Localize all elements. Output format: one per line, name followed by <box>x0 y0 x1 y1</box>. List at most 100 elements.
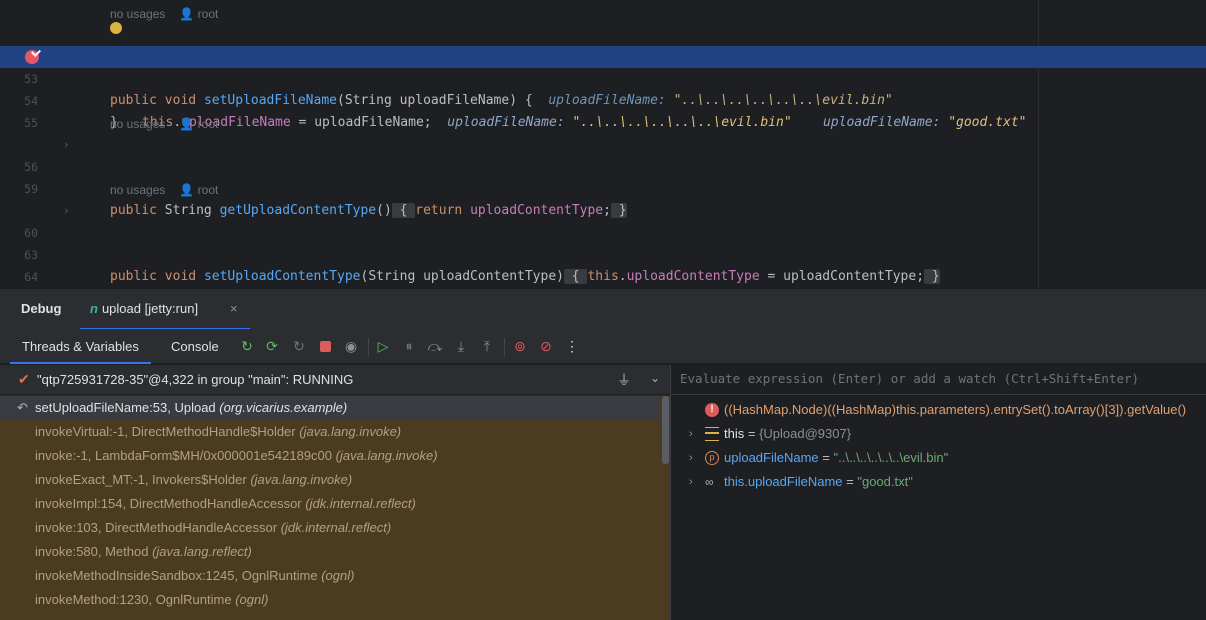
stack-frame[interactable]: invoke:-1, LambdaForm$MH/0x000001e542189… <box>0 444 660 468</box>
variable-text: uploadFileName = "..\..\..\..\..\..\evil… <box>724 446 948 470</box>
code-line-60[interactable]: 60 › public void setUploadContentType(St… <box>0 200 1206 284</box>
usages-hint[interactable]: no usages 👤 root <box>110 6 218 22</box>
usages-hint[interactable]: no usages 👤 root <box>110 182 218 198</box>
step-out-icon[interactable]: ⤒ <box>478 337 496 355</box>
frame-package: (java.lang.invoke) <box>299 424 402 439</box>
author-name: root <box>197 7 219 21</box>
code-text: this.uploadFileName = uploadFileName; up… <box>142 115 1027 130</box>
expand-chevron-icon[interactable]: › <box>689 422 693 446</box>
filter-icon[interactable]: ⏚ <box>617 370 631 390</box>
inline-value: "..\..\..\..\..\..\evil.bin" <box>572 115 792 130</box>
variable-name: this.uploadFileName <box>724 474 843 489</box>
stack-frame[interactable]: invokeMethodInsideSandbox:1245, OgnlRunt… <box>0 564 660 588</box>
close-icon[interactable]: × <box>230 301 238 316</box>
variable-row-error[interactable]: ! ((HashMap.Node)((HashMap)this.paramete… <box>671 398 1206 422</box>
toolbar-separator <box>504 338 505 356</box>
fold-chevron-icon[interactable]: › <box>63 200 70 222</box>
inline-debug-value: uploadFileName: "..\..\..\..\..\..\evil.… <box>447 115 1026 130</box>
expand-chevron-icon[interactable]: › <box>689 446 693 470</box>
code-line-65[interactable]: 65 <box>0 266 1206 288</box>
debug-tool-window-header: Debug n upload [jetty:run] × <box>0 288 1206 330</box>
evaluate-expression-input[interactable]: Evaluate expression (Enter) or add a wat… <box>671 365 1206 395</box>
stack-frame[interactable]: invoke:103, DirectMethodHandleAccessor (… <box>0 516 660 540</box>
session-tab[interactable]: n upload [jetty:run] × <box>80 289 250 330</box>
code-line-55[interactable]: 55 <box>0 90 1206 130</box>
frame-package: (org.vicarius.example) <box>219 400 348 415</box>
session-tab-label: upload [jetty:run] <box>101 301 199 316</box>
frame-package: (java.lang.invoke) <box>250 472 353 487</box>
code-line-56[interactable]: 56 › public String getUploadContentType(… <box>0 134 1206 218</box>
frames-panel: ✔ "qtp725931728-35"@4,322 in group "main… <box>0 365 670 620</box>
code-line-54[interactable]: 54 } <box>0 68 1206 130</box>
line-number: 59 <box>24 182 38 196</box>
rerun-icon[interactable]: ↻ <box>238 337 256 355</box>
chevron-down-icon[interactable]: ⌄ <box>650 371 660 385</box>
author-hint: 👤 root <box>179 7 219 21</box>
stack-frame[interactable]: invoke:580, Method (java.lang.reflect) <box>0 540 660 564</box>
inline-label: uploadFileName: <box>822 115 941 130</box>
usages-text: no usages <box>110 7 166 21</box>
breakpoint-icon[interactable] <box>25 50 39 64</box>
variable-text: this = {Upload@9307} <box>724 422 851 446</box>
variable-row-upload-file-name[interactable]: › p uploadFileName = "..\..\..\..\..\..\… <box>671 446 1206 470</box>
watch-expression: ((HashMap.Node)((HashMap)this.parameters… <box>724 402 1187 417</box>
step-into-icon[interactable]: ⤓ <box>452 337 470 355</box>
error-icon: ! <box>705 403 719 417</box>
inline-value: "good.txt" <box>948 115 1027 130</box>
variable-equals: = <box>818 450 834 465</box>
stack-frame[interactable]: invokeMethod:1230, OgnlRuntime (ognl) <box>0 588 660 612</box>
author-hint: 👤 root <box>179 183 219 197</box>
rerun-failed-icon[interactable]: ⟳ <box>263 337 281 355</box>
code-line-59[interactable]: 59 <box>0 156 1206 196</box>
lightbulb-icon[interactable] <box>110 22 122 34</box>
expand-chevron-icon[interactable]: › <box>689 470 693 494</box>
variable-row-this-upload-file-name[interactable]: › ∞ this.uploadFileName = "good.txt" <box>671 470 1206 494</box>
variable-value: "..\..\..\..\..\..\evil.bin" <box>833 450 949 465</box>
stack-frame[interactable]: invokeExact_MT:-1, Invokers$Holder (java… <box>0 468 660 492</box>
variable-name: this <box>724 426 745 441</box>
more-options-icon[interactable]: ⋮ <box>563 337 581 355</box>
frame-package: (ognl) <box>321 568 355 583</box>
tab-console[interactable]: Console <box>171 329 219 364</box>
stack-frame[interactable]: invokeVirtual:-1, DirectMethodHandle$Hol… <box>0 420 660 444</box>
view-breakpoints-list-icon[interactable]: ⊚ <box>511 337 529 355</box>
code-line-52[interactable]: 52 public void setUploadFileName(String … <box>0 22 1206 108</box>
stack-frame[interactable]: invokeImpl:154, DirectMethodHandleAccess… <box>0 492 660 516</box>
restart-icon[interactable]: ↻ <box>290 337 308 355</box>
inline-label: uploadFileName: <box>447 115 565 130</box>
variable-row-this[interactable]: › this = {Upload@9307} <box>671 422 1206 446</box>
thread-selector[interactable]: ✔ "qtp725931728-35"@4,322 in group "main… <box>0 365 670 395</box>
line-number: 55 <box>24 116 38 130</box>
pause-icon[interactable]: ⏸ <box>400 337 418 355</box>
frame-method: setUploadFileName:53, Upload <box>35 400 216 415</box>
resume-icon[interactable]: ▷ <box>374 337 392 355</box>
variable-equals: = <box>744 426 760 441</box>
stack-frame-selected[interactable]: ↶ setUploadFileName:53, Upload (org.vicar… <box>0 396 660 420</box>
frame-method: invokeImpl:154, DirectMethodHandleAccess… <box>35 496 302 511</box>
debug-toolbar: Threads & Variables Console ↻ ⟳ ↻ ◉ ▷ ⏸ … <box>0 329 1206 364</box>
view-breakpoints-icon[interactable]: ◉ <box>342 337 360 355</box>
frames-scrollbar[interactable] <box>662 396 669 464</box>
debug-title: Debug <box>21 301 62 316</box>
stop-icon[interactable] <box>316 337 334 355</box>
step-over-icon[interactable]: ⤼ <box>426 337 444 355</box>
stack-frame-list[interactable]: ↶ setUploadFileName:53, Upload (org.vicar… <box>0 396 670 620</box>
code-line-64[interactable]: 64 } <box>0 244 1206 284</box>
watch-icon: ∞ <box>705 475 714 489</box>
variable-name: uploadFileName <box>724 450 819 465</box>
tab-threads-variables[interactable]: Threads & Variables <box>10 329 151 364</box>
usages-hint[interactable]: no usages 👤 root <box>110 116 218 132</box>
frame-package: (java.lang.invoke) <box>335 448 438 463</box>
fold-chevron-icon[interactable]: › <box>63 134 70 156</box>
frame-method: invokeMethodInsideSandbox:1245, OgnlRunt… <box>35 568 318 583</box>
frame-method: invoke:103, DirectMethodHandleAccessor <box>35 520 278 535</box>
parameter-icon: p <box>705 451 719 465</box>
author-name: root <box>197 117 219 131</box>
code-line-53-current[interactable]: 53 this.uploadFileName = uploadFileName;… <box>0 46 1206 130</box>
return-icon: ↶ <box>17 400 28 415</box>
code-line-63[interactable]: 63 <box>0 222 1206 262</box>
usages-text: no usages <box>110 183 166 197</box>
code-editor[interactable]: no usages 👤 root 52 public void setUpload… <box>0 0 1206 288</box>
mute-breakpoints-icon[interactable]: ⊘ <box>537 337 555 355</box>
frame-method: invoke:580, Method <box>35 544 149 559</box>
